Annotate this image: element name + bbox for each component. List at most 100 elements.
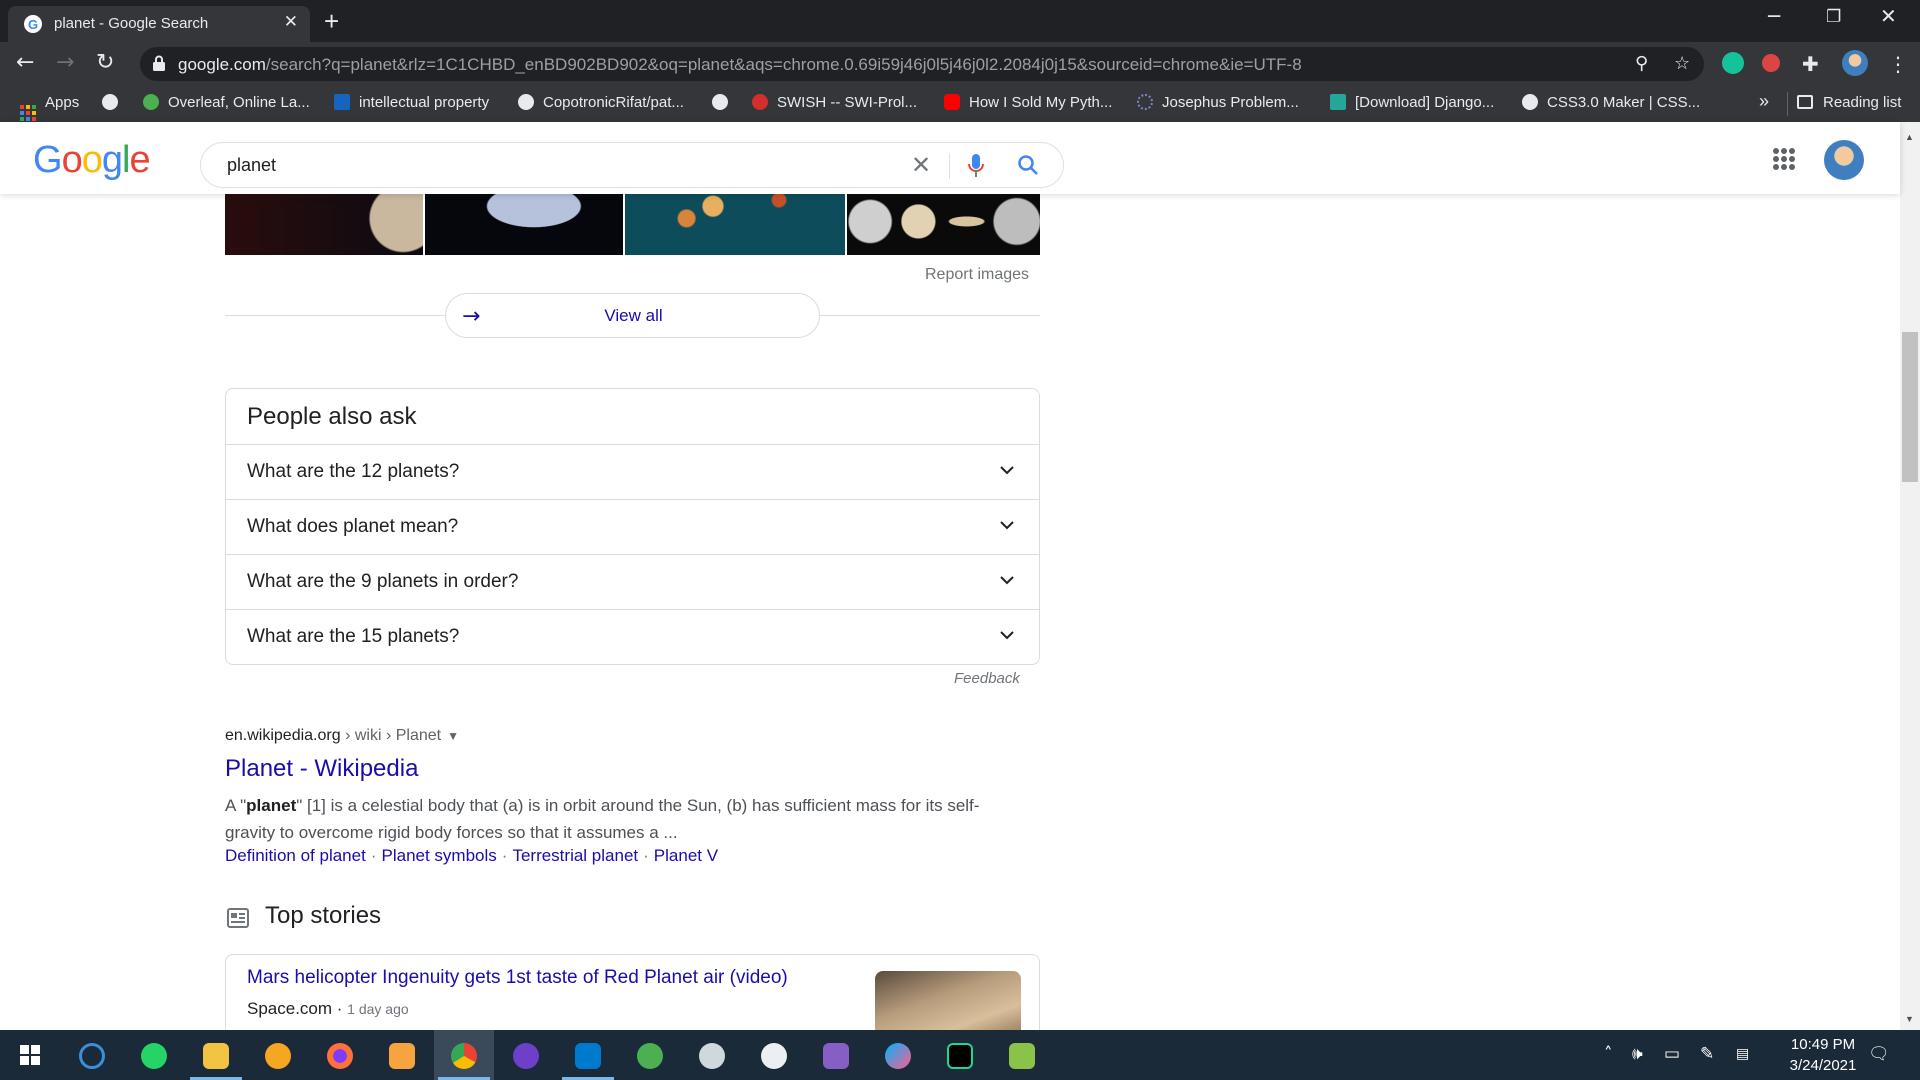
taskbar-app[interactable] xyxy=(682,1030,742,1080)
minimize-icon[interactable]: ─ xyxy=(1768,4,1780,28)
back-icon[interactable]: ← xyxy=(16,50,34,75)
window-close-icon[interactable]: ✕ xyxy=(1880,4,1897,28)
pen-icon[interactable]: ✎ xyxy=(1700,1044,1714,1064)
bookmark-django[interactable]: [Download] Django... xyxy=(1330,94,1494,111)
extension-icon[interactable] xyxy=(1762,54,1780,72)
taskbar-vscode[interactable] xyxy=(558,1030,618,1080)
news-title-link[interactable]: Mars helicopter Ingenuity gets 1st taste… xyxy=(247,967,788,989)
page-scrollbar[interactable]: ▲ ▼ xyxy=(1900,122,1920,1030)
report-images-link[interactable]: Report images xyxy=(925,266,1029,284)
feedback-link[interactable]: Feedback xyxy=(954,670,1020,687)
taskbar-pycharm[interactable] xyxy=(930,1030,990,1080)
result-menu-icon[interactable]: ▼ xyxy=(447,729,459,743)
browser-toolbar: ← → ↻ google.com/search?q=planet&rlz=1C1… xyxy=(0,42,1920,86)
scrollbar-thumb[interactable] xyxy=(1902,332,1918,482)
search-box[interactable]: planet ✕ xyxy=(200,142,1064,188)
taskbar-app[interactable] xyxy=(372,1030,432,1080)
bookmarks-overflow-icon[interactable]: » xyxy=(1759,91,1769,112)
result-title-link[interactable]: Planet - Wikipedia xyxy=(225,755,418,783)
view-all-label: View all xyxy=(604,306,663,325)
paa-question[interactable]: What are the 15 planets? xyxy=(226,609,1039,664)
planet-image-1[interactable] xyxy=(225,194,423,255)
svg-text:G: G xyxy=(28,17,38,32)
system-clock[interactable]: 10:49 PM 3/24/2021 xyxy=(1763,1034,1883,1076)
forward-icon[interactable]: → xyxy=(56,50,74,75)
chevron-down-icon xyxy=(1000,466,1014,475)
sitelink[interactable]: Planet V xyxy=(654,846,718,865)
reload-icon[interactable]: ↻ xyxy=(96,50,114,75)
paa-question[interactable]: What are the 9 planets in order? xyxy=(226,554,1039,609)
bookmark-intellectual-property[interactable]: intellectual property xyxy=(334,94,489,111)
address-bar[interactable]: google.com/search?q=planet&rlz=1C1CHBD_e… xyxy=(140,47,1704,81)
notifications-icon[interactable]: 🗨 xyxy=(1868,1044,1890,1064)
google-logo[interactable]: Google xyxy=(33,139,151,182)
keyboard-icon[interactable]: ▤ xyxy=(1736,1046,1749,1062)
bookmarks-bar: Apps Overleaf, Online La... intellectual… xyxy=(0,86,1920,122)
news-thumbnail[interactable] xyxy=(875,971,1021,1030)
taskbar-file-explorer[interactable] xyxy=(186,1030,246,1080)
profile-avatar-icon[interactable] xyxy=(1842,50,1868,76)
reading-list-button[interactable]: Reading list xyxy=(1797,94,1901,111)
bookmark-youtube[interactable]: How I Sold My Pyth... xyxy=(944,94,1112,111)
scroll-down-icon[interactable]: ▼ xyxy=(1905,1014,1914,1024)
taskbar-app[interactable] xyxy=(62,1030,122,1080)
bookmark-github[interactable]: CopotronicRifat/pat... xyxy=(518,94,684,111)
view-all-button[interactable]: → View all xyxy=(445,293,820,338)
sitelink[interactable]: Definition of planet xyxy=(225,846,366,865)
bookmark-apps[interactable]: Apps xyxy=(20,94,79,121)
bookmark-globe-2[interactable] xyxy=(712,94,737,111)
clear-search-icon[interactable]: ✕ xyxy=(911,151,931,179)
planet-image-2[interactable] xyxy=(425,194,623,255)
bookmark-star-icon[interactable]: ☆ xyxy=(1674,53,1690,74)
taskbar-app[interactable] xyxy=(992,1030,1052,1080)
globe-icon xyxy=(1522,94,1538,110)
account-avatar[interactable] xyxy=(1824,140,1864,180)
tab-close-icon[interactable]: ✕ xyxy=(284,12,298,32)
google-apps-icon[interactable] xyxy=(1773,148,1795,170)
sitelink[interactable]: Planet symbols xyxy=(382,846,497,865)
browser-tab[interactable]: G planet - Google Search ✕ xyxy=(8,6,310,42)
extensions-puzzle-icon[interactable]: ✚ xyxy=(1802,52,1819,76)
taskbar-whatsapp[interactable] xyxy=(124,1030,184,1080)
app-icon xyxy=(699,1043,725,1069)
search-divider xyxy=(949,153,950,179)
tray-chevron-up-icon[interactable]: ˄ xyxy=(1604,1044,1613,1064)
grammarly-extension-icon[interactable] xyxy=(1722,52,1744,74)
chrome-menu-icon[interactable]: ⋮ xyxy=(1888,52,1908,76)
restore-icon[interactable]: ❐ xyxy=(1826,7,1841,27)
location-icon[interactable]: ⚲ xyxy=(1635,53,1648,74)
news-card[interactable]: Mars helicopter Ingenuity gets 1st taste… xyxy=(225,954,1040,1030)
google-search-header: Google planet ✕ xyxy=(0,122,1900,194)
planet-image-4[interactable] xyxy=(847,194,1040,255)
planet-image-3[interactable] xyxy=(625,194,845,255)
sitelink[interactable]: Terrestrial planet xyxy=(512,846,638,865)
taskbar-app[interactable] xyxy=(248,1030,308,1080)
volume-icon[interactable]: 🕪 xyxy=(1632,1044,1643,1064)
bookmark-overleaf[interactable]: Overleaf, Online La... xyxy=(143,94,310,111)
paa-title: People also ask xyxy=(247,403,417,430)
windows-taskbar: ˄ 🕪 ▭ ✎ ▤ 10:49 PM 3/24/2021 🗨 xyxy=(0,1030,1920,1080)
taskbar-app[interactable] xyxy=(620,1030,680,1080)
bookmark-css3-maker[interactable]: CSS3.0 Maker | CSS... xyxy=(1522,94,1700,111)
search-input[interactable]: planet xyxy=(227,155,276,176)
microphone-icon[interactable] xyxy=(967,153,985,179)
folder-icon xyxy=(203,1043,229,1069)
bookmark-site-icon xyxy=(1330,94,1346,110)
scroll-up-icon[interactable]: ▲ xyxy=(1905,132,1914,142)
taskbar-visual-studio[interactable] xyxy=(806,1030,866,1080)
taskbar-chrome[interactable] xyxy=(434,1030,494,1080)
swish-icon xyxy=(752,94,768,110)
bookmark-swish[interactable]: SWISH -- SWI-Prol... xyxy=(752,94,917,111)
paa-question[interactable]: What does planet mean? xyxy=(226,499,1039,554)
bookmark-josephus[interactable]: Josephus Problem... xyxy=(1137,94,1299,111)
search-icon[interactable] xyxy=(1017,154,1039,176)
paa-question[interactable]: What are the 12 planets? xyxy=(226,444,1039,499)
start-button[interactable] xyxy=(0,1030,60,1080)
taskbar-messenger[interactable] xyxy=(868,1030,928,1080)
network-icon[interactable]: ▭ xyxy=(1664,1044,1680,1064)
new-tab-button[interactable]: + xyxy=(324,6,339,37)
bookmark-globe[interactable] xyxy=(102,94,127,111)
taskbar-firefox[interactable] xyxy=(310,1030,370,1080)
taskbar-github-desktop[interactable] xyxy=(496,1030,556,1080)
taskbar-app[interactable] xyxy=(744,1030,804,1080)
